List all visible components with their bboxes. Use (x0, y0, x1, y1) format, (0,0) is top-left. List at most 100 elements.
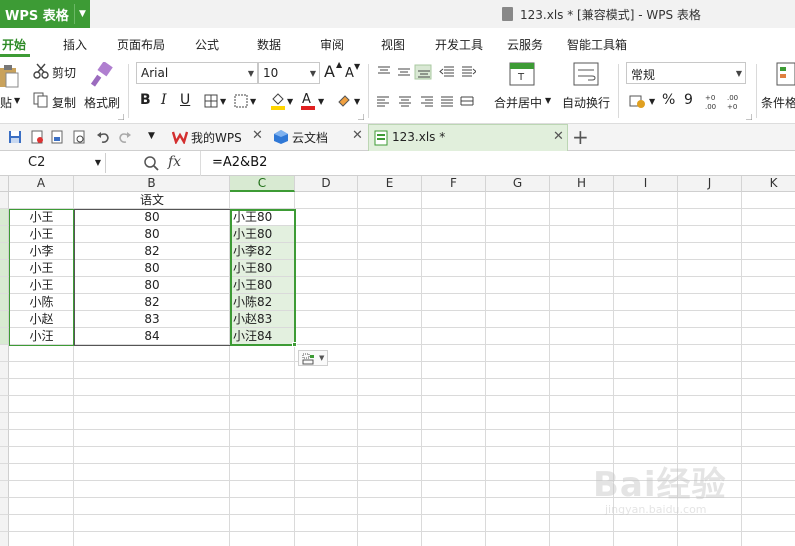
format-painter-label[interactable]: 格式刷 (84, 94, 120, 111)
save-icon[interactable] (8, 130, 22, 144)
chevron-down-icon[interactable]: ▼ (14, 96, 20, 105)
tab-page-layout[interactable]: 页面布局 (117, 36, 165, 53)
percent-button[interactable]: % (662, 92, 675, 108)
italic-button[interactable]: I (161, 92, 167, 108)
row-header[interactable] (0, 277, 9, 294)
chevron-down-icon[interactable]: ▼ (545, 96, 551, 105)
column-header-f[interactable]: F (422, 176, 486, 192)
fx-button[interactable]: fx (168, 154, 181, 170)
tab-data[interactable]: 数据 (257, 36, 281, 53)
copy-icon[interactable] (33, 92, 49, 108)
column-header-g[interactable]: G (486, 176, 550, 192)
chevron-down-icon[interactable]: ▼ (220, 97, 226, 106)
conditional-format-label[interactable]: 条件格 (761, 94, 795, 111)
tab-home[interactable]: 开始 (2, 36, 26, 53)
close-icon[interactable]: ✕ (553, 129, 564, 144)
font-size-select[interactable]: 10 ▼ (258, 62, 320, 84)
column-header-i[interactable]: I (614, 176, 678, 192)
column-header-h[interactable]: H (550, 176, 614, 192)
merge-borders-icon[interactable] (234, 94, 248, 108)
tab-developer[interactable]: 开发工具 (435, 36, 483, 53)
merge-center-label[interactable]: 合并居中 (494, 94, 542, 111)
select-all-corner[interactable] (0, 176, 9, 192)
number-format-select[interactable]: 常规 ▼ (626, 62, 746, 84)
row-header[interactable] (0, 481, 9, 498)
print-preview-icon[interactable] (50, 130, 64, 144)
tab-insert[interactable]: 插入 (63, 36, 87, 53)
increase-decimal-icon[interactable]: +0 .00 (705, 92, 721, 110)
row-header[interactable] (0, 294, 9, 311)
row-header[interactable] (0, 515, 9, 532)
row-header[interactable] (0, 209, 9, 226)
row-header[interactable] (0, 362, 9, 379)
chevron-down-icon[interactable]: ▼ (354, 97, 360, 106)
chevron-down-icon[interactable]: ▼ (148, 131, 155, 141)
shrink-font-icon[interactable]: A (345, 66, 354, 81)
decrease-decimal-icon[interactable]: .00 +0 (727, 92, 743, 110)
cut-label[interactable]: 剪切 (52, 64, 76, 81)
row-header[interactable] (0, 311, 9, 328)
underline-button[interactable]: U (180, 92, 190, 108)
chevron-down-icon[interactable]: ▼ (287, 97, 293, 106)
row-header[interactable] (0, 379, 9, 396)
chevron-down-icon[interactable]: ▼ (250, 97, 256, 106)
column-header-j[interactable]: J (678, 176, 742, 192)
new-file-icon[interactable] (30, 130, 44, 144)
row-header[interactable] (0, 532, 9, 546)
tab-my-wps[interactable]: 我的WPS ✕ (168, 124, 266, 151)
row-header[interactable] (0, 226, 9, 243)
bold-button[interactable]: B (140, 92, 151, 108)
column-header-d[interactable]: D (295, 176, 358, 192)
paste-label[interactable]: 贴 (0, 94, 12, 111)
font-color-icon[interactable]: A (300, 91, 316, 110)
wrap-text-label[interactable]: 自动换行 (562, 94, 610, 111)
tab-cloud-services[interactable]: 云服务 (507, 36, 543, 53)
fill-handle[interactable] (292, 342, 297, 347)
name-box[interactable]: C2 ▼ (0, 153, 106, 173)
wrap-text-icon[interactable] (573, 62, 599, 86)
expand-icon[interactable] (746, 114, 752, 120)
new-tab-icon[interactable]: + (572, 125, 589, 149)
tab-review[interactable]: 审阅 (320, 36, 344, 53)
redo-icon[interactable] (118, 130, 132, 144)
column-header-b[interactable]: B (74, 176, 230, 192)
autofill-options-button[interactable]: ▼ (298, 350, 328, 366)
scissors-icon[interactable] (33, 63, 49, 79)
undo-icon[interactable] (96, 130, 110, 144)
font-name-select[interactable]: Arial ▼ (136, 62, 258, 84)
copy-label[interactable]: 复制 (52, 94, 76, 111)
column-header-c[interactable]: C (230, 176, 295, 192)
close-icon[interactable]: ✕ (252, 128, 263, 143)
conditional-format-icon[interactable] (776, 62, 795, 86)
chevron-down-icon[interactable]: ▼ (95, 158, 101, 167)
row-header[interactable] (0, 447, 9, 464)
currency-icon[interactable] (629, 93, 647, 109)
comma-style-button[interactable]: 9 (684, 92, 693, 108)
expand-icon[interactable] (358, 114, 364, 120)
chevron-down-icon[interactable]: ▼ (74, 4, 90, 24)
app-menu-button[interactable]: WPS 表格 ▼ (0, 0, 90, 28)
row-header[interactable] (0, 328, 9, 345)
clear-format-icon[interactable] (336, 92, 352, 110)
format-painter-icon[interactable] (90, 62, 114, 88)
row-header[interactable] (0, 430, 9, 447)
fill-color-icon[interactable] (270, 92, 286, 110)
tab-123-xls[interactable]: 123.xls * ✕ (368, 124, 568, 151)
row-header[interactable] (0, 396, 9, 413)
column-header-k[interactable]: K (742, 176, 795, 192)
row-header[interactable] (0, 413, 9, 430)
merge-center-icon[interactable]: T (509, 62, 535, 86)
close-icon[interactable]: ✕ (352, 128, 363, 143)
vertical-align-icons[interactable] (376, 64, 476, 80)
column-header-a[interactable]: A (9, 176, 74, 192)
formula-input[interactable]: =A2&B2 (212, 155, 267, 170)
row-header[interactable] (0, 498, 9, 515)
chevron-down-icon[interactable]: ▼ (649, 97, 655, 106)
print-icon[interactable] (72, 130, 86, 144)
column-header-e[interactable]: E (358, 176, 422, 192)
tab-cloud-docs[interactable]: 云文档 ✕ (270, 124, 366, 151)
chevron-down-icon[interactable]: ▼ (318, 97, 324, 106)
row-header[interactable] (0, 243, 9, 260)
row-header[interactable] (0, 260, 9, 277)
grow-font-icon[interactable]: A (324, 62, 335, 81)
